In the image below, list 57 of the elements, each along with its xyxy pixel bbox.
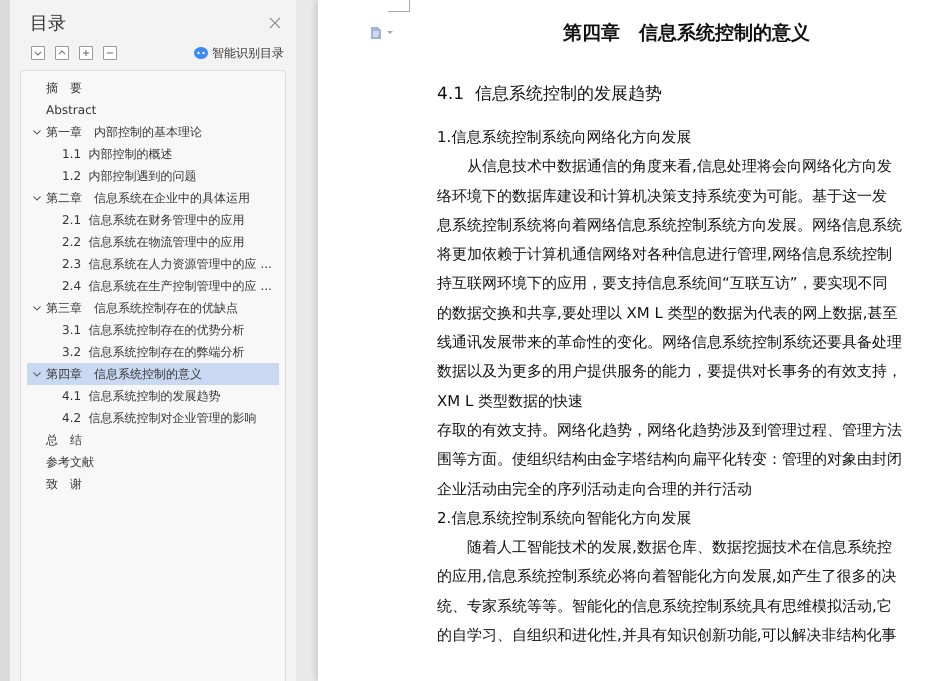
chapter-heading: 第四章 信息系统控制的意义 xyxy=(563,21,810,46)
crop-mark xyxy=(388,0,410,12)
toc-item[interactable]: 第一章 内部控制的基本理论 xyxy=(27,121,279,143)
panel-title: 目录 xyxy=(30,12,66,35)
add-level-button[interactable] xyxy=(79,46,93,60)
section-heading: 4.1 信息系统控制的发展趋势 xyxy=(437,83,663,105)
caret-icon xyxy=(32,369,42,379)
toc-item[interactable]: 摘 要 xyxy=(27,77,279,99)
close-button[interactable] xyxy=(268,16,282,30)
subheading: 2.信息系统控制系统向智能化方向发展 xyxy=(437,508,692,529)
text-line: 随着人工智能技术的发展,数据仓库、数据挖掘技术在信息系统控 xyxy=(466,537,893,558)
caret-icon xyxy=(32,127,42,137)
text-line: 存取的有效支持。网络化趋势，网络化趋势涉及到管理过程、管理方法 xyxy=(437,420,903,441)
text-line: 统、专家系统等等。智能化的信息系统控制系统具有思维模拟活动,它 xyxy=(437,596,893,617)
close-icon xyxy=(268,16,282,30)
text-line: 将更加依赖于计算机通信网络对各种信息进行管理,网络信息系统控制 xyxy=(437,244,893,266)
toc-item[interactable]: 第四章 信息系统控制的意义 xyxy=(27,363,279,385)
toc-item[interactable]: 总 结 xyxy=(27,429,279,451)
caret-icon xyxy=(32,303,42,313)
toc-item[interactable]: 2.3 信息系统在人力资源管理中的应 ... xyxy=(27,253,279,275)
text-line: 从信息技术中数据通信的角度来看,信息处理将会向网络化方向发 xyxy=(466,156,893,178)
chevron-up-icon xyxy=(55,46,69,60)
robot-icon xyxy=(194,47,208,59)
toc-item[interactable]: 3.2 信息系统控制存在的弊端分析 xyxy=(27,341,279,363)
toc-item[interactable]: 致 谢 xyxy=(27,473,279,495)
toc-item[interactable]: 第二章 信息系统在企业中的具体运用 xyxy=(27,187,279,209)
toc-item[interactable]: 3.1 信息系统控制存在的优势分析 xyxy=(27,319,279,341)
remove-level-button[interactable] xyxy=(103,46,117,60)
toc-item[interactable]: 1.1 内部控制的概述 xyxy=(27,143,279,165)
toc-item[interactable]: Abstract xyxy=(27,99,279,121)
minus-icon xyxy=(103,46,117,60)
text-line: XM L 类型数据的快速 xyxy=(437,390,584,412)
text-line: 围等方面。使组织结构由金字塔结构向扁平化转变：管理的对象由封闭 xyxy=(437,449,903,470)
text-line: 线通讯发展带来的革命性的变化。网络信息系统控制系统还要具备处理 xyxy=(437,332,903,354)
text-line: 持互联网环境下的应用，要支持信息系统间“互联互访”，要实现不同 xyxy=(437,273,889,294)
text-line: 络环境下的数据库建设和计算机决策支持系统变为可能。基于这一发 xyxy=(437,186,888,207)
expand-all-button[interactable] xyxy=(55,46,69,60)
collapse-all-button[interactable] xyxy=(31,46,45,60)
toc-item[interactable]: 2.1 信息系统在财务管理中的应用 xyxy=(27,209,279,231)
smart-toc-button[interactable]: 智能识别目录 xyxy=(194,44,284,62)
toc-item[interactable]: 2.2 信息系统在物流管理中的应用 xyxy=(27,231,279,253)
caret-icon xyxy=(32,193,42,203)
toc-item[interactable]: 参考文献 xyxy=(27,451,279,473)
text-line: 数据以及为更多的用户提供服务的能力，要提供对长事务的有效支持， xyxy=(437,361,903,382)
text-line: 企业活动由完全的序列活动走向合理的并行活动 xyxy=(437,478,753,500)
plus-icon xyxy=(79,46,93,60)
text-line: 的应用,信息系统控制系统必将向着智能化方向发展,如产生了很多的决 xyxy=(437,566,898,588)
text-line: 的自学习、自组织和进化性,并具有知识创新功能,可以解决非结构化事 xyxy=(437,625,898,646)
toc-item[interactable]: 1.2 内部控制遇到的问题 xyxy=(27,165,279,187)
text-line: 的数据交换和共享,要处理以 XM L 类型的数据为代表的网上数据,甚至 xyxy=(437,302,898,324)
subheading: 1.信息系统控制系统向网络化方向发展 xyxy=(437,127,692,148)
toc-item[interactable]: 4.2 信息系统控制对企业管理的影响 xyxy=(27,407,279,429)
toc-item[interactable]: 第三章 信息系统控制存在的优缺点 xyxy=(27,297,279,319)
toc-item[interactable]: 4.1 信息系统控制的发展趋势 xyxy=(27,385,279,407)
toc-item[interactable]: 2.4 信息系统在生产控制管理中的应 ... xyxy=(27,275,279,297)
text-line: 息系统控制系统将向着网络信息系统控制系统方向发展。网络信息系统 xyxy=(437,214,903,236)
chevron-down-icon xyxy=(31,46,45,60)
